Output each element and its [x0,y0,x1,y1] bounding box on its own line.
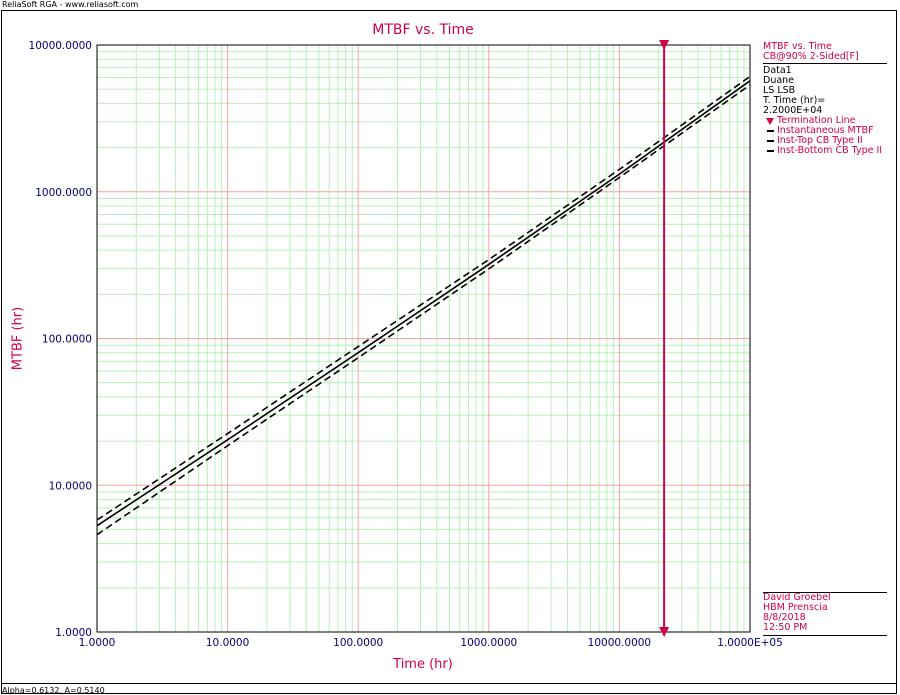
solid-line-icon [763,130,777,132]
series-line-cb [96,84,751,536]
y-tick-label: 1000.0000 [35,187,92,199]
x-tick-label: 10000.0000 [588,637,651,649]
legend: MTBF vs. Time CB@90% 2-Sided[F] Data1 Du… [763,42,887,156]
legend-t-time: T. Time (hr)= 2.2000E+04 [763,95,826,116]
series-line-cb [96,75,751,521]
x-tick-label: 1000.0000 [460,637,517,649]
y-tick-label: 1.0000 [55,627,92,639]
legend-divider [763,63,887,64]
axis-ticks: 1.0000 10.0000 100.0000 1000.0000 10000.0000… [29,40,783,649]
legend-item-label: Inst-Bottom CB Type II [777,145,883,156]
info-time: 12:50 PM [763,622,808,633]
info-box: David Groebel HBM Prenscia 8/8/2018 12:5… [763,592,887,636]
triangle-icon [763,117,777,125]
legend-header-cb: CB@90% 2-Sided[F] [763,51,859,62]
status-caption: Alpha=0.6132, A=0.5140 [2,686,105,695]
info-divider [763,635,887,636]
dash-line-icon [763,140,777,142]
x-tick-label: 10.0000 [206,637,249,649]
status-bar [1,684,897,694]
x-tick-label: 100.0000 [333,637,383,649]
y-tick-label: 100.0000 [42,334,92,346]
x-tick-label: 1.0000E+05 [717,637,783,649]
series-group [96,75,751,536]
y-tick-label: 10000.0000 [29,40,92,52]
dash-line-icon [763,150,777,152]
legend-item-bottom-cb: Inst-Bottom CB Type II [763,146,887,156]
y-tick-label: 10.0000 [49,480,92,492]
